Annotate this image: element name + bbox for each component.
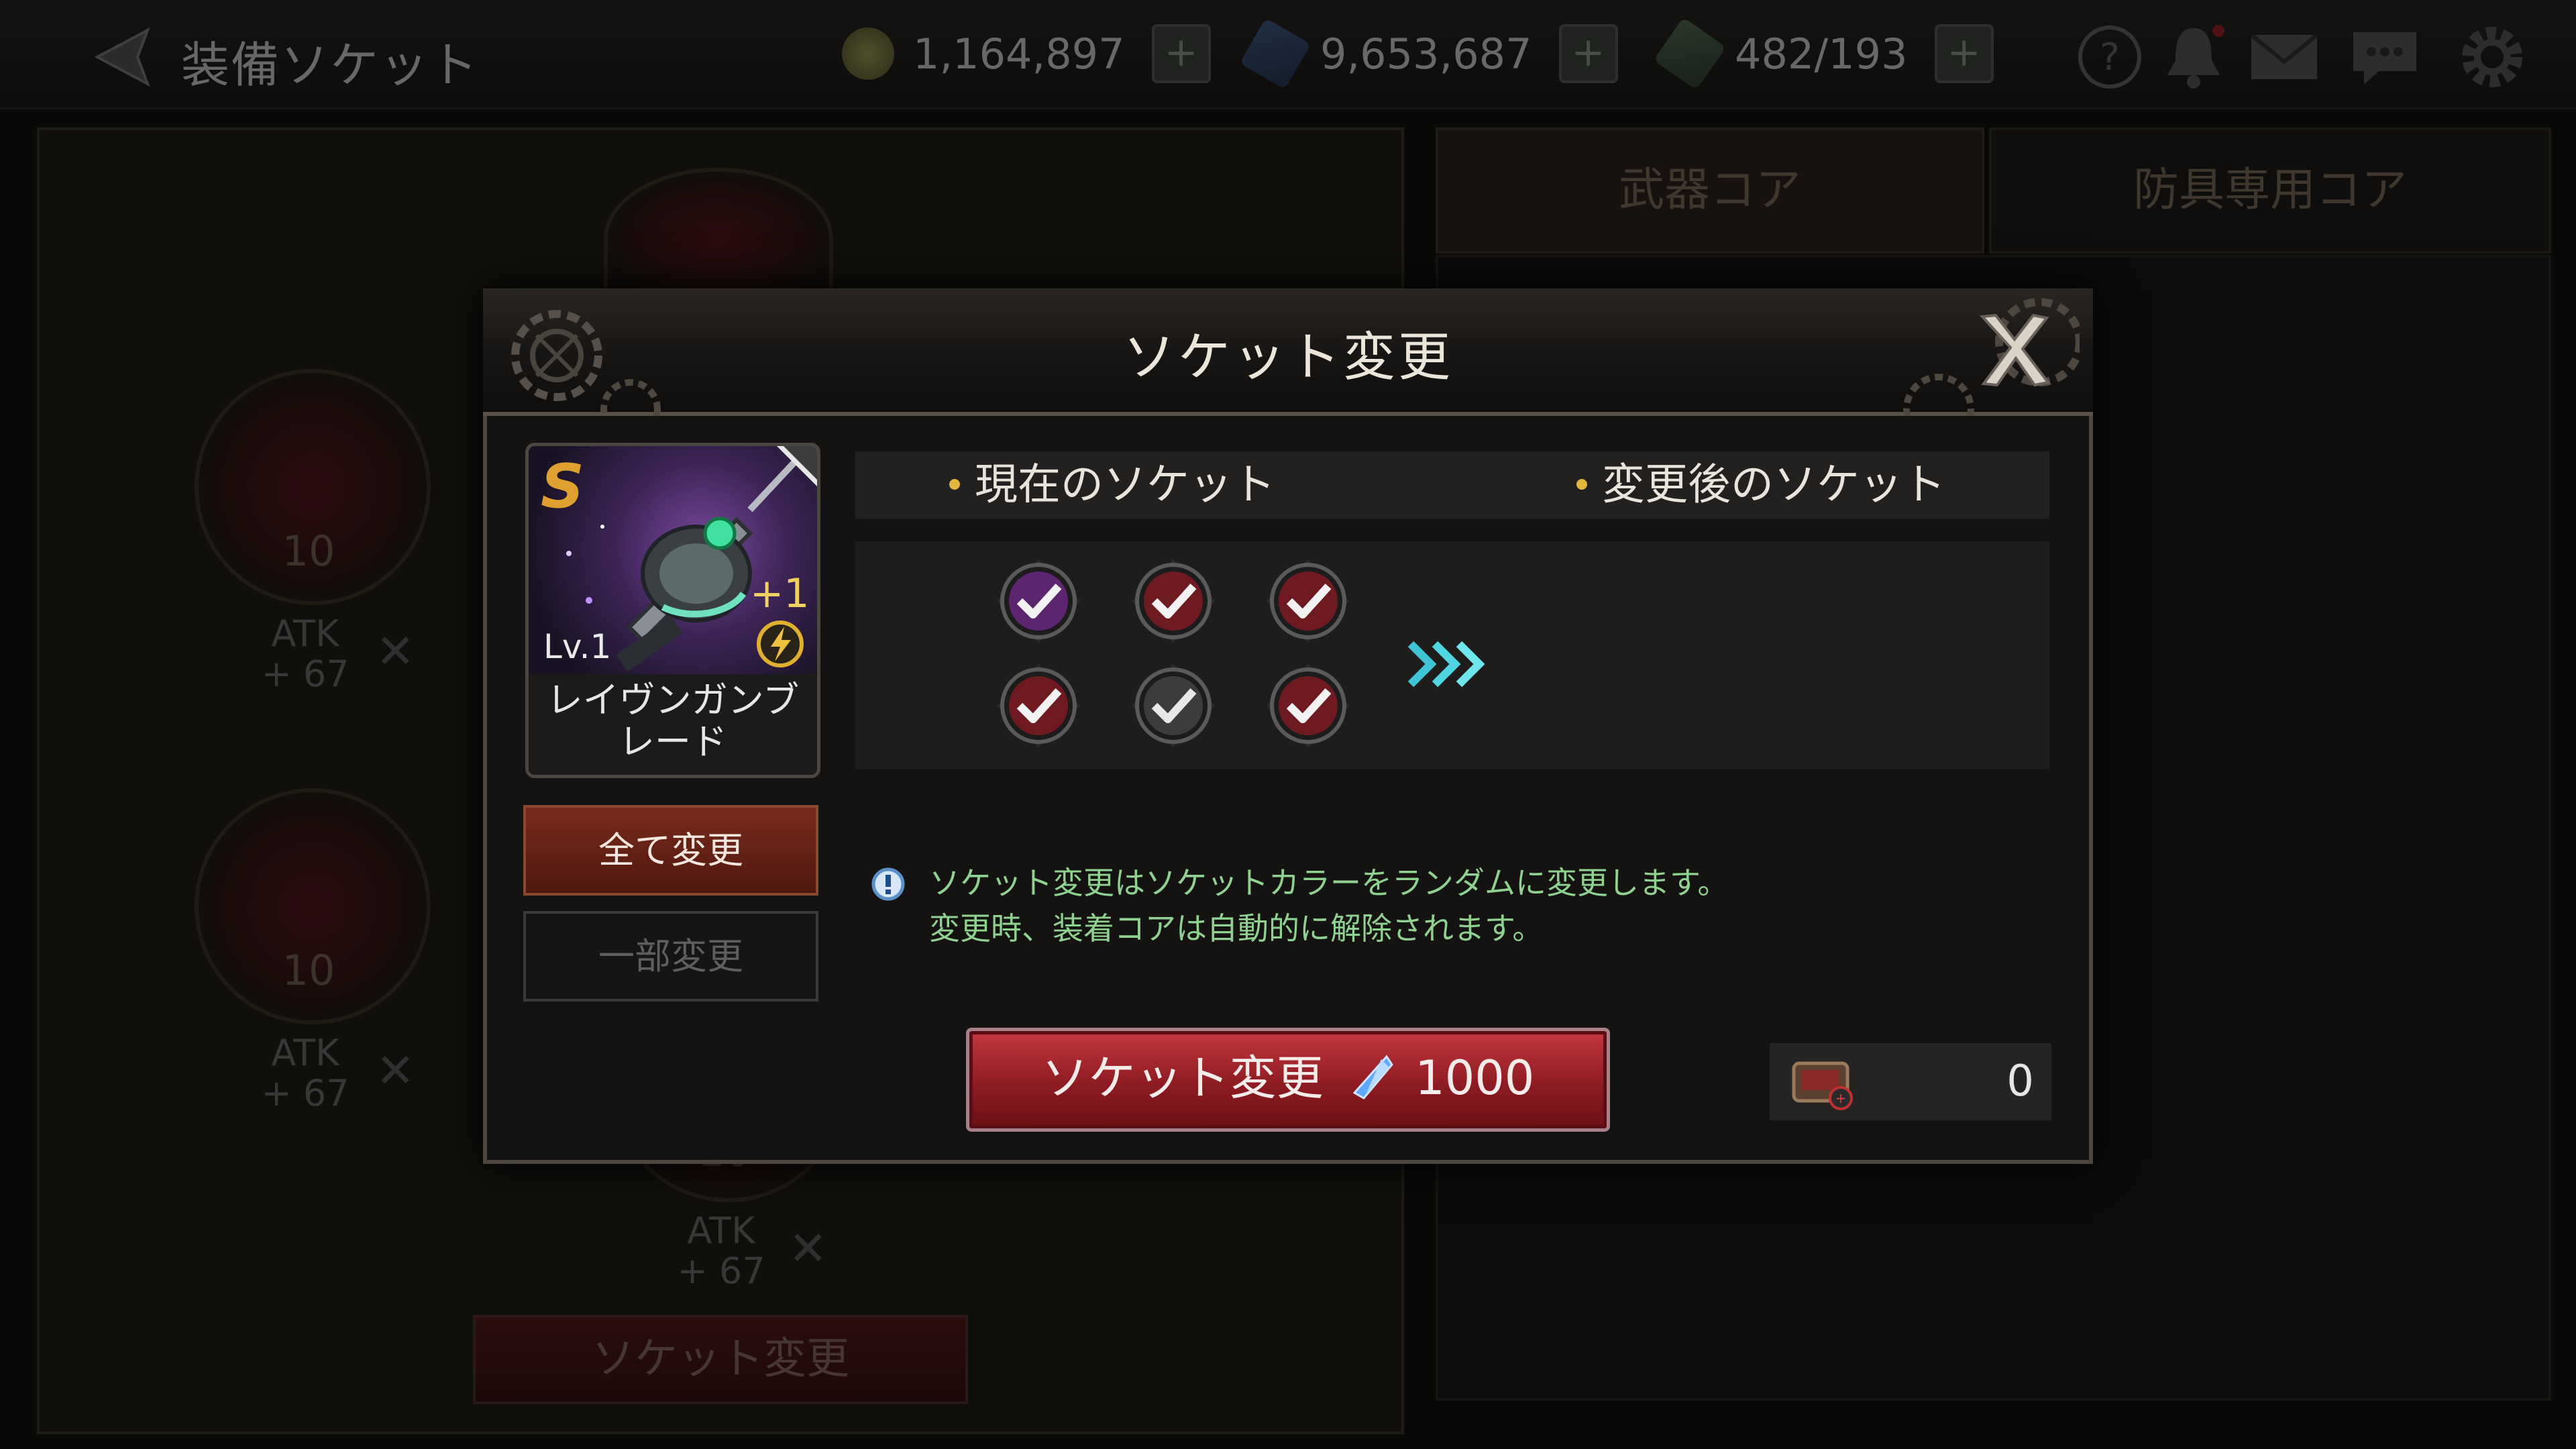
socket-red-icon <box>1267 559 1350 643</box>
current-socket-label: 現在のソケット <box>949 451 1275 519</box>
grade-badge: S <box>541 451 584 522</box>
dialog-title: ソケット変更 <box>1122 327 1453 388</box>
socket-red-icon <box>997 664 1080 747</box>
button-text: ソケット変更 <box>1041 1051 1324 1106</box>
button-label: ソケット変更 1000 <box>966 1028 1610 1132</box>
info-text-line-2: 変更時、装着コアは自動的に解除されます。 <box>929 910 1544 947</box>
cost-value: 1000 <box>1415 1051 1535 1106</box>
owned-count: 0 <box>2006 1057 2034 1106</box>
close-icon[interactable] <box>1969 309 2059 392</box>
socket-red-icon <box>1267 664 1350 747</box>
item-level: Lv.1 <box>543 627 612 666</box>
item-name: レイヴンガンブレード <box>546 679 800 763</box>
socket-ticket-icon: + <box>1792 1061 1853 1110</box>
socket-purple-icon <box>997 559 1080 643</box>
change-all-button[interactable]: 全て変更 <box>523 805 818 896</box>
bullet-icon <box>949 479 960 490</box>
socket-gray-icon <box>1132 664 1215 747</box>
owned-item-counter: + 0 <box>1770 1043 2051 1120</box>
info-text-line-1: ソケット変更はソケットカラーをランダムに変更します。 <box>929 865 1729 901</box>
socket-red-icon <box>1132 559 1215 643</box>
socket-change-confirm-button[interactable]: ソケット変更 1000 <box>966 1028 1610 1132</box>
socket-change-dialog: ソケット変更 S +1 Lv.1 レイヴンガンブレード 全て変更 一部変更 現在… <box>483 288 2093 1164</box>
lightning-element-icon <box>757 621 804 667</box>
info-icon <box>871 867 905 901</box>
socket-header: 現在のソケット 変更後のソケット <box>855 451 2049 519</box>
bullet-icon <box>1576 479 1587 490</box>
after-socket-label: 変更後のソケット <box>1576 451 1945 519</box>
crystal-icon <box>1352 1055 1393 1099</box>
chevron-right-arrows-icon <box>1407 641 1485 688</box>
enhance-level: +1 <box>750 570 810 617</box>
item-card[interactable]: S +1 Lv.1 レイヴンガンブレード <box>525 443 820 778</box>
corner-mark-icon <box>777 446 817 486</box>
change-partial-button[interactable]: 一部変更 <box>523 911 818 1002</box>
svg-text:+: + <box>1835 1090 1847 1106</box>
